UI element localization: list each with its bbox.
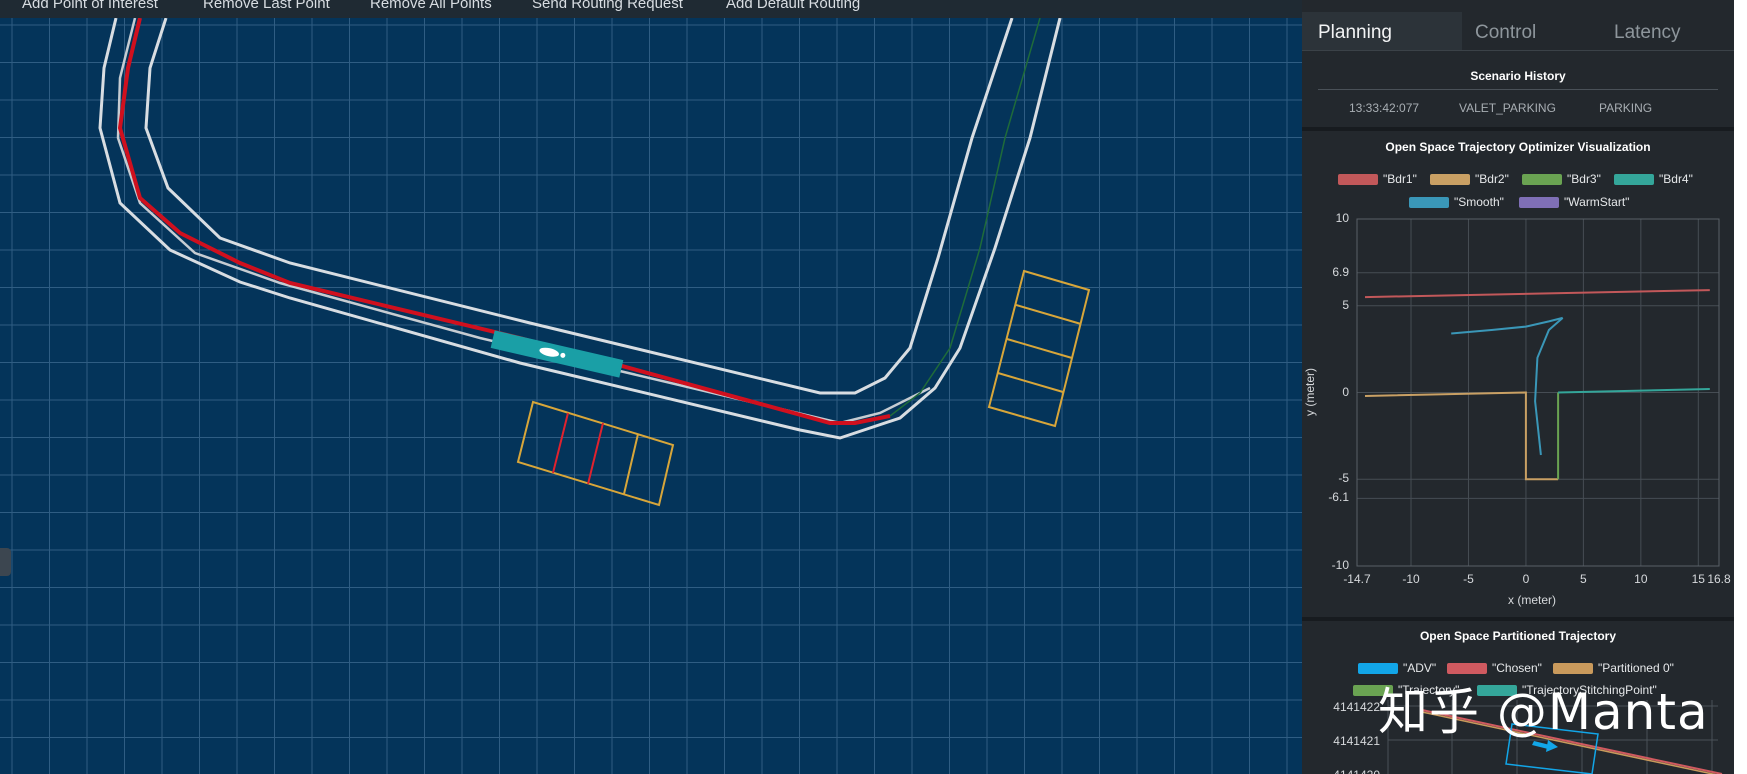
dashboard-panel: Planning Control Latency Scenario Histor…	[1302, 0, 1734, 774]
lane-boundary-inner	[144, 18, 1014, 395]
add-point-of-interest-button[interactable]: Add Point of Interest	[22, 0, 158, 12]
watermark-text: 知乎 @Manta	[1378, 683, 1709, 741]
send-routing-request-button[interactable]: Send Routing Request	[532, 0, 683, 12]
partitioned-ytick-3: 4141420	[1302, 768, 1380, 774]
map-grid	[0, 18, 1302, 774]
partitioned-ytick-2: 4141421	[1333, 734, 1380, 748]
add-default-routing-button[interactable]: Add Default Routing	[726, 0, 860, 12]
parking-spots-right	[987, 269, 1091, 428]
remove-all-points-button[interactable]: Remove All Points	[370, 0, 492, 12]
remove-last-point-button[interactable]: Remove Last Point	[203, 0, 330, 12]
lane-boundary-outer	[98, 18, 1062, 440]
map-toolbar: Add Point of Interest Remove Last Point …	[0, 0, 1302, 18]
partitioned-chart	[1387, 700, 1723, 774]
partitioned-ytick-1: 4141422	[1333, 700, 1380, 714]
window-edge	[1734, 0, 1747, 774]
scene-map-view[interactable]	[0, 18, 1302, 774]
map-side-handle[interactable]	[0, 548, 11, 576]
map-canvas[interactable]	[0, 18, 1302, 774]
